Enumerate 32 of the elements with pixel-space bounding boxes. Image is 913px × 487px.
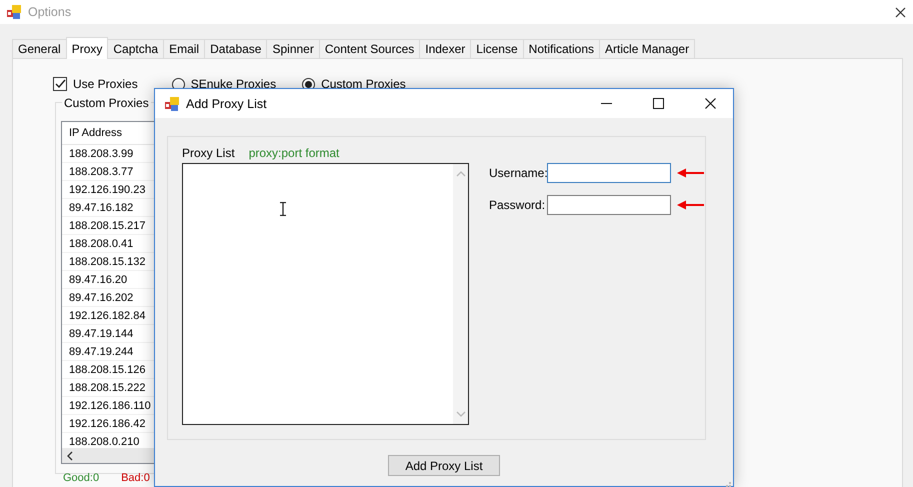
tab[interactable]: Captcha: [107, 39, 164, 58]
format-hint: proxy:port format: [248, 146, 340, 162]
field-label: Password:: [489, 198, 546, 212]
bad-count: Bad:0: [121, 472, 150, 484]
field-label: Proxy List: [182, 146, 235, 162]
tab[interactable]: Article Manager: [599, 39, 696, 58]
radio-label: Custom Proxies: [321, 77, 406, 91]
maximize-icon[interactable]: [652, 98, 664, 109]
input-field[interactable]: [547, 163, 671, 183]
radio-label: SEnuke Proxies: [190, 77, 276, 91]
checkbox[interactable]: [53, 77, 67, 91]
tab[interactable]: Proxy: [66, 37, 108, 59]
checkbox-label: Use Proxies: [73, 77, 138, 91]
app-icon: [6, 4, 22, 20]
window-title: Options: [28, 5, 72, 19]
tab[interactable]: General: [12, 39, 67, 58]
resize-grip-icon[interactable]: [723, 482, 731, 487]
input-field[interactable]: [547, 195, 671, 215]
app-icon: [164, 96, 180, 112]
close-icon[interactable]: [704, 98, 716, 109]
group-title: Custom Proxies: [62, 96, 151, 110]
close-icon[interactable]: [894, 6, 907, 18]
scroll-left-icon[interactable]: [66, 450, 74, 460]
field-label: Username:: [489, 166, 547, 180]
tab[interactable]: Spinner: [266, 39, 320, 58]
text-cursor-icon: [279, 202, 287, 216]
arrow-icon: [677, 168, 705, 178]
arrow-icon: [677, 200, 705, 210]
dialog-title: Add Proxy List: [186, 96, 268, 110]
add-proxy-list-button[interactable]: Add Proxy List: [388, 455, 500, 476]
check-icon: [54, 79, 66, 89]
good-count: Good:0: [63, 472, 100, 484]
